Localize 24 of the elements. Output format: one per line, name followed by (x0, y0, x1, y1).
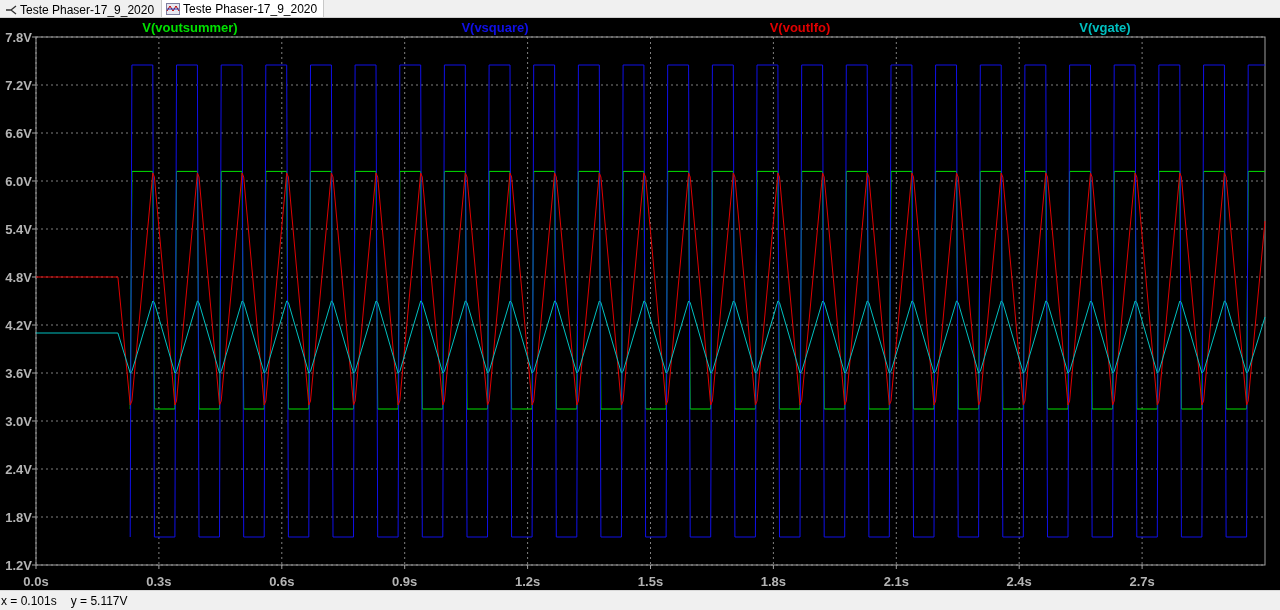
axis-tick-label: 4.2V (5, 318, 32, 333)
axis-tick-label: 0.6s (269, 574, 295, 589)
cursor-x-readout: x = 0.101s (1, 593, 57, 608)
axis-tick-label: 1.8s (760, 574, 787, 589)
axis-tick-label: 1.8V (5, 510, 32, 525)
axis-tick-label: 7.2V (5, 78, 32, 93)
axis-tick-label: 7.8V (5, 30, 32, 45)
axis-tick-label: 0.9s (392, 574, 418, 589)
axis-tick-label: 2.1s (883, 574, 909, 589)
axis-tick-label: 1.5s (637, 574, 664, 589)
axis-tick-label: 0.3s (146, 574, 172, 589)
axis-tick-label: 1.2V (5, 558, 32, 573)
axis-tick-label: 6.0V (5, 174, 32, 189)
axis-tick-label: 2.4V (5, 462, 32, 477)
axis-tick-label: 1.2s (514, 574, 541, 589)
cursor-y-readout: y = 5.117V (70, 593, 128, 608)
axis-tick-label: 3.0V (5, 414, 32, 429)
axis-tick-label: 0.0s (23, 574, 49, 589)
axis-tick-label: 3.6V (5, 366, 32, 381)
axis-tick-label: 2.4s (1006, 574, 1032, 589)
axis-tick-label: 2.7s (1129, 574, 1155, 589)
axis-tick-label: 4.8V (5, 270, 32, 285)
axis-tick-label: 5.4V (5, 222, 32, 237)
axis-tick-label: 6.6V (5, 126, 32, 141)
